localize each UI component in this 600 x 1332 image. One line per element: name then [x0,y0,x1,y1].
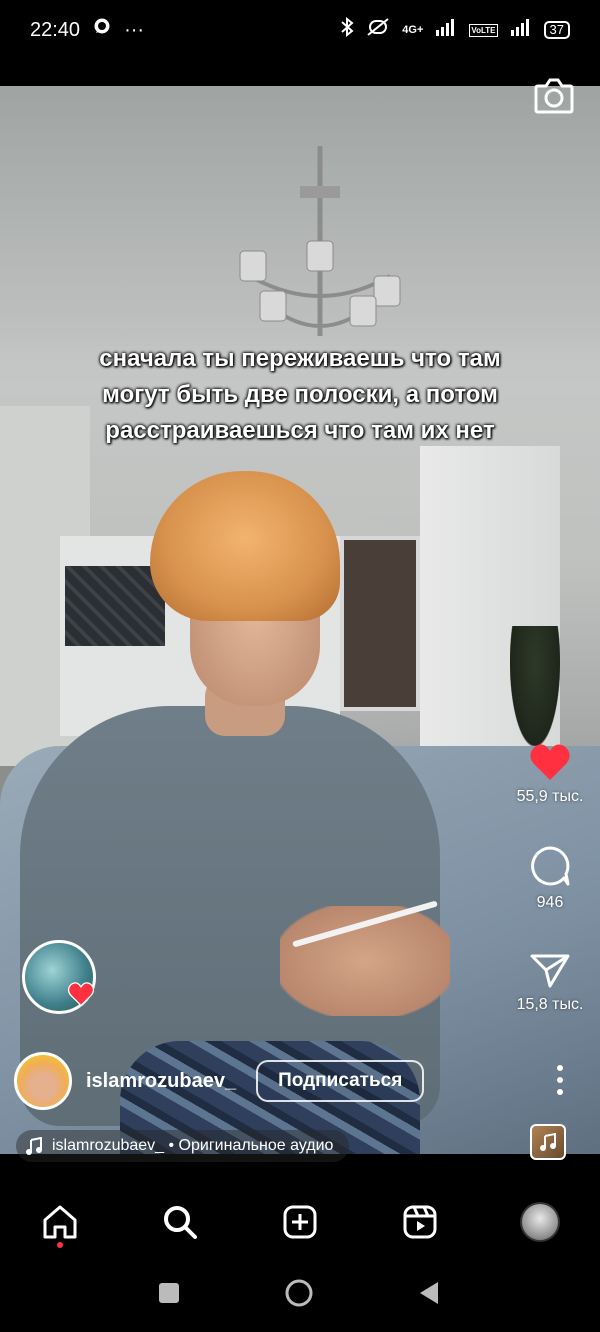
reels-icon [403,1205,437,1239]
more-options-button[interactable] [548,1060,572,1100]
chandelier-graphic [239,146,401,336]
share-action[interactable]: 15,8 тыс. [500,950,600,1014]
back-button[interactable] [418,1281,440,1310]
volte-badge: VoLTE [469,23,498,37]
profile-avatar [520,1202,560,1242]
network-type: 4G+ [402,24,424,36]
battery-icon: 37 [543,21,570,39]
bluetooth-icon [340,16,354,43]
comment-count: 946 [536,894,564,911]
author-avatar[interactable] [14,1052,72,1110]
comment-icon[interactable] [528,844,572,888]
recents-button[interactable] [158,1282,180,1309]
share-icon[interactable] [528,950,572,990]
heart-filled-icon[interactable] [528,742,572,782]
status-time: 22:40 [30,18,81,41]
nav-reels[interactable] [398,1200,442,1244]
audio-thumbnail[interactable] [530,1124,566,1160]
door-graphic [340,536,420,711]
search-icon [164,1206,197,1239]
camera-icon [534,78,574,114]
home-button[interactable] [284,1278,314,1313]
create-icon [283,1205,317,1239]
caption-line: могут быть две полоски, а потом [102,381,498,408]
square-icon [159,1283,179,1303]
video-caption: сначала ты переживаешь что там могут быт… [30,341,570,449]
signal-icon [510,18,532,42]
music-note-icon [540,1133,556,1151]
overflow-icon: ··· [124,18,145,41]
nav-profile[interactable] [518,1200,562,1244]
audio-label: islamrozubaev_ • Оригинальное аудио [52,1137,334,1154]
caption-line: сначала ты переживаешь что там [99,345,501,372]
back-triangle-icon [420,1282,438,1304]
mute-icon [366,17,390,43]
author-row: islamrozubaev_ Подписаться [14,1052,594,1110]
like-count: 55,9 тыс. [516,788,584,805]
nav-search[interactable] [158,1200,202,1244]
status-bar: 22:40 ··· 4G+ VoLTE 37 [0,0,600,60]
audio-row[interactable]: islamrozubaev_ • Оригинальное аудио [16,1130,350,1162]
nav-home[interactable] [38,1200,82,1244]
share-count: 15,8 тыс. [516,996,584,1013]
author-username[interactable]: islamrozubaev_ [86,1070,236,1093]
music-note-icon [26,1137,42,1155]
more-vertical-icon [557,1065,563,1095]
bottom-nav [0,1186,600,1262]
home-icon [43,1205,77,1239]
like-action[interactable]: 55,9 тыс. [500,742,600,806]
heart-badge-icon [67,982,95,1007]
signal-icon [435,18,457,42]
circle-icon [285,1279,313,1307]
person-wig [150,471,340,621]
whatsapp-icon [92,17,112,43]
caption-line: расстраиваешься что там их нет [105,417,495,444]
notification-dot [57,1242,63,1248]
comment-action[interactable]: 946 [500,844,600,912]
system-nav-bar [0,1262,600,1332]
follow-button[interactable]: Подписаться [256,1060,425,1102]
liked-by-avatar[interactable] [22,940,96,1014]
camera-button[interactable] [532,76,576,116]
nav-create[interactable] [278,1200,322,1244]
